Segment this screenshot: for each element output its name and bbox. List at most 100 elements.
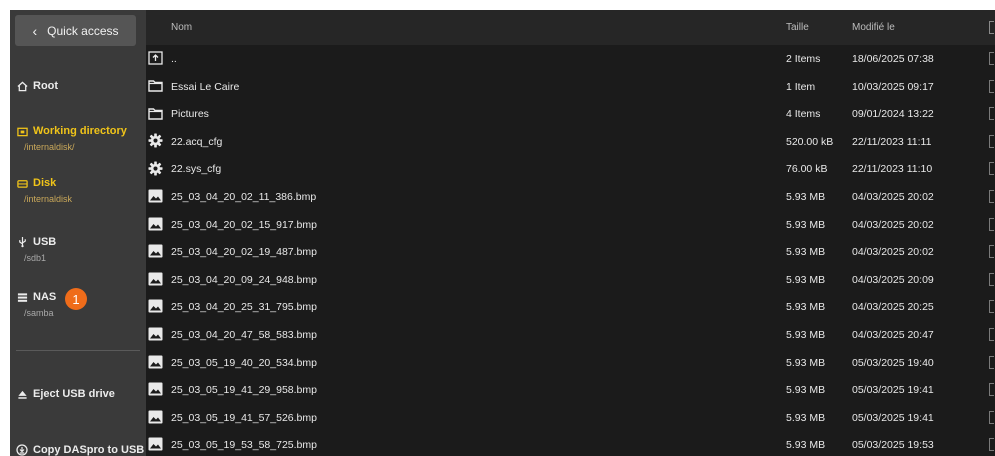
row-checkbox[interactable] bbox=[989, 438, 994, 452]
row-checkbox[interactable] bbox=[989, 327, 994, 341]
file-browser-window: ‹ Quick access Root Working directory /i… bbox=[10, 10, 995, 456]
parent-folder-icon bbox=[147, 50, 163, 66]
file-modified-date: 10/03/2025 09:17 bbox=[852, 80, 934, 93]
sidebar-item-label: Disk bbox=[33, 177, 57, 189]
file-size: 5.93 MB bbox=[786, 328, 826, 341]
file-name: 25_03_05_19_40_20_534.bmp bbox=[171, 356, 317, 369]
file-size: 5.93 MB bbox=[786, 190, 826, 203]
file-size: 1 Item bbox=[786, 80, 816, 93]
file-modified-date: 04/03/2025 20:25 bbox=[852, 301, 934, 314]
file-name: 25_03_04_20_02_11_386.bmp bbox=[171, 190, 317, 203]
column-header-name[interactable]: Nom bbox=[171, 22, 192, 33]
file-modified-date: 09/01/2024 13:22 bbox=[852, 108, 934, 121]
file-row[interactable]: 25_03_05_19_41_57_526.bmp 5.93 MB 05/03/20… bbox=[146, 404, 995, 432]
row-checkbox[interactable] bbox=[989, 410, 994, 424]
quick-access-sidebar: ‹ Quick access Root Working directory /i… bbox=[10, 10, 146, 456]
file-row[interactable]: 25_03_04_20_02_11_386.bmp 5.93 MB 04/03/20… bbox=[146, 183, 995, 211]
select-all-checkbox[interactable] bbox=[989, 21, 994, 34]
file-row[interactable]: 25_03_04_20_09_24_948.bmp 5.93 MB 04/03/20… bbox=[146, 266, 995, 294]
sidebar-item-path: /internaldisk/ bbox=[24, 142, 75, 152]
row-checkbox[interactable] bbox=[989, 217, 994, 231]
sidebar-item-usb[interactable]: USB /sdb1 bbox=[10, 236, 146, 263]
file-name: 25_03_04_20_09_24_948.bmp bbox=[171, 273, 317, 286]
file-name: 22.sys_cfg bbox=[171, 163, 222, 176]
row-checkbox[interactable] bbox=[989, 300, 994, 314]
file-row[interactable]: 25_03_05_19_40_20_534.bmp 5.93 MB 05/03/20… bbox=[146, 349, 995, 377]
row-checkbox[interactable] bbox=[989, 383, 994, 397]
eject-usb-button[interactable]: Eject USB drive bbox=[10, 388, 146, 400]
row-checkbox[interactable] bbox=[989, 107, 994, 121]
file-list-pane: Nom Taille Modifié le .. 2 Items 18/06/202… bbox=[146, 10, 995, 456]
row-checkbox[interactable] bbox=[989, 52, 994, 65]
column-header-modified[interactable]: Modifié le bbox=[852, 22, 895, 33]
image-icon bbox=[147, 243, 163, 259]
row-checkbox[interactable] bbox=[989, 162, 994, 176]
step-number-badge: 1 bbox=[65, 288, 87, 310]
row-checkbox[interactable] bbox=[989, 355, 994, 369]
image-icon bbox=[147, 354, 163, 370]
file-row[interactable]: 25_03_04_20_25_31_795.bmp 5.93 MB 04/03/20… bbox=[146, 293, 995, 321]
quick-access-button[interactable]: ‹ Quick access bbox=[15, 15, 136, 46]
file-size: 76.00 kB bbox=[786, 163, 828, 176]
file-name: 25_03_04_20_47_58_583.bmp bbox=[171, 328, 317, 341]
file-size: 5.93 MB bbox=[786, 439, 826, 452]
row-checkbox[interactable] bbox=[989, 272, 994, 286]
copy-daspro-button[interactable]: Copy DASpro to USB bbox=[10, 444, 146, 456]
gear-icon bbox=[147, 160, 163, 176]
image-icon bbox=[147, 188, 163, 204]
file-name: 25_03_04_20_02_19_487.bmp bbox=[171, 246, 317, 259]
file-size: 2 Items bbox=[786, 53, 821, 65]
image-icon bbox=[147, 298, 163, 314]
file-row[interactable]: Essai Le Caire 1 Item 10/03/2025 09:17 bbox=[146, 73, 995, 101]
sidebar-item-disk[interactable]: Disk /internaldisk bbox=[10, 177, 146, 204]
file-row[interactable]: 25_03_04_20_02_15_917.bmp 5.93 MB 04/03/20… bbox=[146, 211, 995, 239]
file-size: 5.93 MB bbox=[786, 356, 826, 369]
row-checkbox[interactable] bbox=[989, 189, 994, 203]
sidebar-item-label: USB bbox=[33, 236, 57, 248]
file-modified-date: 18/06/2025 07:38 bbox=[852, 53, 934, 65]
file-row[interactable]: 22.sys_cfg 76.00 kB 22/11/2023 11:10 bbox=[146, 155, 995, 183]
sidebar-item-root[interactable]: Root bbox=[10, 80, 146, 92]
sidebar-item-label: Working directory bbox=[33, 125, 127, 137]
file-row[interactable]: Pictures 4 Items 09/01/2024 13:22 bbox=[146, 100, 995, 128]
sidebar-item-working-directory[interactable]: Working directory /internaldisk/ bbox=[10, 125, 146, 152]
file-size: 5.93 MB bbox=[786, 218, 826, 231]
file-row[interactable]: .. 2 Items 18/06/2025 07:38 bbox=[146, 45, 995, 73]
file-modified-date: 04/03/2025 20:02 bbox=[852, 246, 934, 259]
file-modified-date: 05/03/2025 19:53 bbox=[852, 439, 934, 452]
file-size: 5.93 MB bbox=[786, 411, 826, 424]
file-modified-date: 05/03/2025 19:41 bbox=[852, 384, 934, 397]
usb-icon bbox=[16, 236, 28, 248]
file-row[interactable]: 25_03_05_19_41_29_958.bmp 5.93 MB 05/03/20… bbox=[146, 376, 995, 404]
file-modified-date: 04/03/2025 20:02 bbox=[852, 190, 934, 203]
file-row[interactable]: 25_03_04_20_47_58_583.bmp 5.93 MB 04/03/20… bbox=[146, 321, 995, 349]
file-name: 22.acq_cfg bbox=[171, 135, 223, 148]
row-checkbox[interactable] bbox=[989, 134, 994, 148]
copy-daspro-label: Copy DASpro to USB bbox=[33, 444, 145, 456]
file-row[interactable]: 25_03_05_19_53_58_725.bmp 5.93 MB 05/03/20… bbox=[146, 431, 995, 456]
file-name: Pictures bbox=[171, 108, 209, 121]
file-rows: .. 2 Items 18/06/2025 07:38 Essai Le Caire 1… bbox=[146, 45, 995, 456]
column-header-size[interactable]: Taille bbox=[786, 22, 809, 33]
file-row[interactable]: 25_03_04_20_02_19_487.bmp 5.93 MB 04/03/20… bbox=[146, 238, 995, 266]
eject-usb-label: Eject USB drive bbox=[33, 388, 115, 400]
file-size: 5.93 MB bbox=[786, 384, 826, 397]
file-size: 5.93 MB bbox=[786, 273, 826, 286]
nas-icon bbox=[16, 291, 28, 303]
file-size: 5.93 MB bbox=[786, 246, 826, 259]
file-name: 25_03_05_19_41_57_526.bmp bbox=[171, 411, 317, 424]
home-icon bbox=[16, 80, 28, 92]
sidebar-divider bbox=[16, 350, 140, 351]
file-name: 25_03_05_19_41_29_958.bmp bbox=[171, 384, 317, 397]
file-name: 25_03_04_20_02_15_917.bmp bbox=[171, 218, 317, 231]
image-icon bbox=[147, 326, 163, 342]
file-row[interactable]: 22.acq_cfg 520.00 kB 22/11/2023 11:11 bbox=[146, 128, 995, 156]
copy-icon bbox=[16, 444, 28, 456]
folder-icon bbox=[147, 78, 163, 94]
row-checkbox[interactable] bbox=[989, 245, 994, 259]
file-modified-date: 04/03/2025 20:02 bbox=[852, 218, 934, 231]
file-name: Essai Le Caire bbox=[171, 80, 240, 93]
chevron-left-icon: ‹ bbox=[32, 22, 38, 39]
folder-icon bbox=[16, 125, 28, 137]
row-checkbox[interactable] bbox=[989, 79, 994, 93]
